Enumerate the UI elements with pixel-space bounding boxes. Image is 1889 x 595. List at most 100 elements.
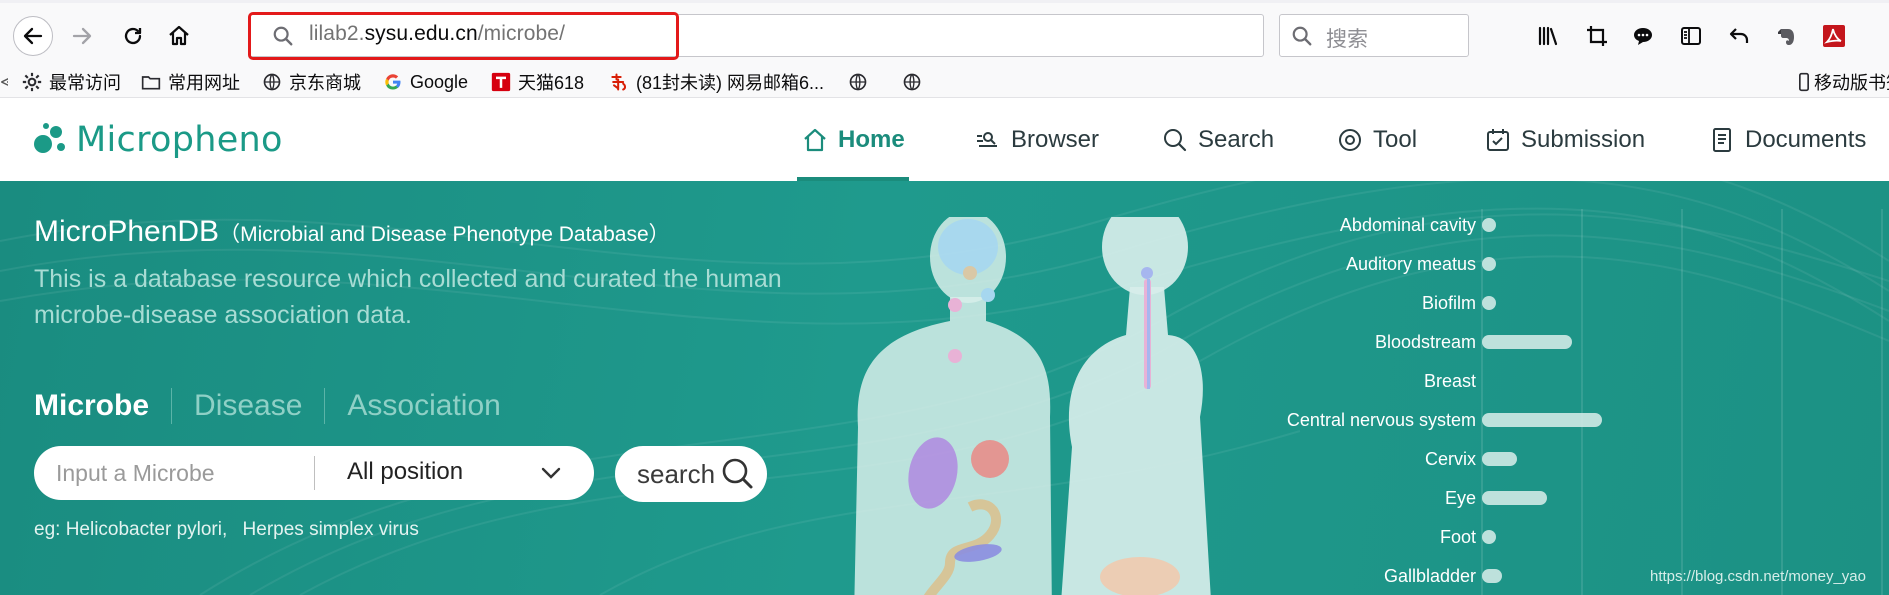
bookmark-common-sites[interactable]: 常用网址 xyxy=(141,69,240,95)
screenshot-button[interactable] xyxy=(1584,23,1610,49)
chart-bar[interactable] xyxy=(1482,257,1496,271)
reload-button[interactable] xyxy=(113,16,153,56)
bookmark-label: 天猫618 xyxy=(518,73,585,93)
position-select[interactable]: All position xyxy=(347,458,463,486)
bookmark-most-visited[interactable]: 最常访问 xyxy=(22,69,121,95)
database-name: MicroPhenDB xyxy=(34,215,220,248)
chevron-down-icon[interactable] xyxy=(540,464,562,482)
pdf-button[interactable] xyxy=(1821,23,1847,49)
google-icon xyxy=(383,72,403,92)
nav-tool[interactable]: Tool xyxy=(1337,120,1417,160)
bookmark-label: 移动版书签 xyxy=(1814,73,1889,93)
url-prefix: lilab2. xyxy=(309,22,365,45)
back-button[interactable] xyxy=(13,16,53,56)
tab-disease[interactable]: Disease xyxy=(194,389,302,423)
query-box: All position xyxy=(34,446,594,500)
bookmark-label: (81封未读) 网易邮箱6... xyxy=(636,73,825,93)
mobile-icon xyxy=(1797,72,1811,92)
bookmark-netease-mail[interactable]: (81封未读) 网易邮箱6... xyxy=(609,69,824,95)
side-body-figure xyxy=(1061,217,1211,595)
nav-documents[interactable]: Documents xyxy=(1709,120,1866,160)
globe-icon xyxy=(848,72,868,92)
hero-description: This is a database resource which collec… xyxy=(34,265,782,329)
tab-microbe[interactable]: Microbe xyxy=(34,389,149,423)
undo-arrow-icon xyxy=(1729,28,1749,43)
hero-banner: MicroPhenDB（Microbial and Disease Phenot… xyxy=(0,181,1889,595)
site-logo[interactable]: Micropheno xyxy=(31,118,283,162)
chart-bar[interactable] xyxy=(1482,218,1496,232)
bookmark-google[interactable]: Google xyxy=(383,69,468,95)
microbe-input[interactable] xyxy=(56,460,316,487)
nav-label: Browser xyxy=(1011,126,1100,153)
watermark-text: https://blog.csdn.net/money_yao xyxy=(1650,568,1866,585)
nav-label: Tool xyxy=(1373,126,1418,153)
chart-bar[interactable] xyxy=(1482,296,1496,310)
example-link-herpes[interactable]: Herpes simplex virus xyxy=(243,519,419,540)
pdf-icon xyxy=(1823,25,1845,47)
bookmarks-bar: ≪ 最常访问 常用网址 京东商城 Google 天猫618 (81封未读) 网易… xyxy=(0,66,1889,98)
chart-bar[interactable] xyxy=(1482,569,1502,583)
globe-icon xyxy=(902,72,922,92)
search-icon xyxy=(1292,26,1312,46)
home-button[interactable] xyxy=(159,16,199,56)
chart-category-label: Central nervous system xyxy=(1287,410,1476,430)
nav-browser[interactable]: Browser xyxy=(975,120,1099,160)
gear-icon xyxy=(22,72,42,92)
evernote-icon xyxy=(1778,29,1794,45)
browser-toolbar: lilab2.sysu.edu.cn/microbe/ 搜索 xyxy=(0,0,1889,66)
front-body-figure xyxy=(854,217,1052,595)
nav-label: Submission xyxy=(1521,126,1646,153)
bookmark-label: 常用网址 xyxy=(168,73,240,93)
bookmark-tmall[interactable]: 天猫618 xyxy=(491,69,584,95)
chart-category-label: Abdominal cavity xyxy=(1340,215,1476,235)
search-type-tabs: Microbe Disease Association xyxy=(34,386,501,426)
bookmark-mobile[interactable]: 移动版书签 xyxy=(1797,69,1889,95)
house-icon xyxy=(169,25,189,46)
human-body-illustration xyxy=(854,217,1211,595)
chart-category-label: Cervix xyxy=(1425,449,1476,469)
bookmark-globe-2[interactable] xyxy=(902,69,929,95)
arrow-left-icon xyxy=(23,27,43,45)
submission-icon xyxy=(1487,129,1509,151)
bookmark-jd[interactable]: 京东商城 xyxy=(262,69,361,95)
reload-icon xyxy=(124,27,142,45)
example-link-helicobacter[interactable]: eg: Helicobacter pylori, xyxy=(34,519,227,540)
nav-submission[interactable]: Submission xyxy=(1485,120,1645,160)
nav-search[interactable]: Search xyxy=(1162,120,1274,160)
molecule-logo-icon xyxy=(34,123,65,153)
tab-association[interactable]: Association xyxy=(347,389,500,423)
browser-icon xyxy=(977,132,997,147)
crop-icon xyxy=(1587,26,1607,46)
browser-search-placeholder: 搜索 xyxy=(1326,28,1368,51)
arrow-right-icon xyxy=(72,27,92,45)
chat-button[interactable] xyxy=(1630,23,1656,49)
url-domain: sysu.edu.cn xyxy=(364,22,478,45)
undo-button[interactable] xyxy=(1726,23,1752,49)
chat-bubble-icon xyxy=(1634,28,1652,45)
chart-bar[interactable] xyxy=(1482,413,1602,427)
forward-button[interactable] xyxy=(62,16,102,56)
chart-bar[interactable] xyxy=(1482,491,1547,505)
bookmark-globe-1[interactable] xyxy=(848,69,875,95)
tab-divider xyxy=(324,388,326,424)
url-text[interactable]: lilab2.sysu.edu.cn/microbe/ xyxy=(309,22,565,46)
documents-icon xyxy=(1713,128,1731,152)
chart-bar[interactable] xyxy=(1482,530,1496,544)
nav-label: Search xyxy=(1198,126,1275,153)
tmall-icon xyxy=(491,72,511,92)
search-icon xyxy=(1164,129,1187,152)
chart-category-label: Gallbladder xyxy=(1384,566,1476,586)
search-button[interactable]: search xyxy=(615,446,767,502)
url-path: /microbe/ xyxy=(477,22,566,45)
chart-bar[interactable] xyxy=(1482,335,1572,349)
nav-label: Home xyxy=(838,126,905,153)
bookmark-label: 最常访问 xyxy=(49,73,121,93)
sidebar-button[interactable] xyxy=(1678,23,1704,49)
evernote-button[interactable] xyxy=(1774,23,1800,49)
nav-label: Documents xyxy=(1745,126,1867,153)
magnifier-icon xyxy=(273,26,293,46)
chart-bar[interactable] xyxy=(1482,452,1517,466)
nav-home[interactable]: Home xyxy=(802,120,905,160)
library-button[interactable] xyxy=(1535,23,1561,49)
chart-category-label: Auditory meatus xyxy=(1346,254,1476,274)
